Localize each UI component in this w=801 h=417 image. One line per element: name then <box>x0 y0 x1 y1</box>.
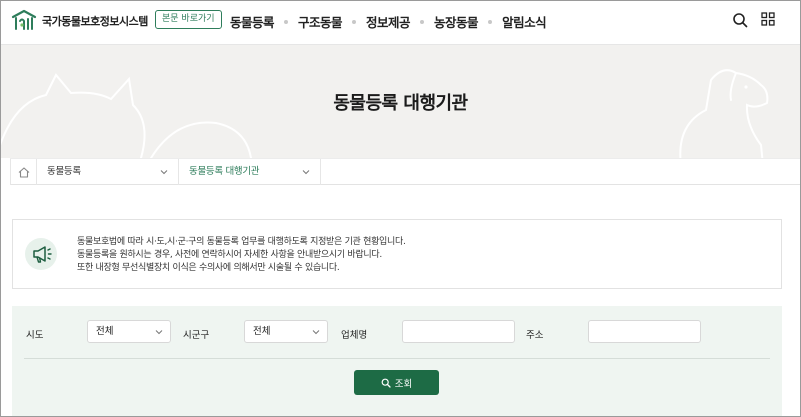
sigungu-select-value: 전체 <box>253 326 271 337</box>
page-title: 동물등록 대행기관 <box>333 93 468 114</box>
breadcrumb-level1-dropdown[interactable]: 동물등록 <box>37 159 179 185</box>
nav-item-news[interactable]: 알림소식 <box>502 12 547 31</box>
nav-separator <box>488 19 493 24</box>
search-icon[interactable] <box>732 12 748 28</box>
nav-item-animal-registration[interactable]: 동물등록 <box>230 12 275 31</box>
company-name-label: 업체명 <box>341 330 368 341</box>
notice-box: 동물보호법에 따라 시·도,시·군·구의 동물등록 업무를 대행하도록 지정받은… <box>12 219 782 289</box>
logo-icon[interactable] <box>10 9 38 31</box>
nav-item-rescued-animals[interactable]: 구조동물 <box>298 12 343 31</box>
breadcrumb-level2-dropdown[interactable]: 동물등록 대행기관 <box>179 159 321 185</box>
nav-separator <box>284 19 289 24</box>
chevron-down-icon <box>160 170 168 175</box>
company-name-input[interactable] <box>402 320 515 343</box>
grid-menu-icon[interactable] <box>761 12 775 26</box>
notice-line: 동물보호법에 따라 시·도,시·군·구의 동물등록 업무를 대행하도록 지정받은… <box>77 237 406 247</box>
breadcrumb-level1-label: 동물등록 <box>47 166 81 177</box>
chevron-down-icon <box>312 330 320 335</box>
breadcrumb-home[interactable] <box>10 159 37 185</box>
sigungu-select[interactable]: 전체 <box>244 320 328 343</box>
sido-select[interactable]: 전체 <box>87 320 171 343</box>
search-panel: 시도 전체 시군구 전체 업체명 주소 조회 <box>12 306 782 416</box>
nav-item-farm-animals[interactable]: 농장동물 <box>434 12 479 31</box>
search-submit-label: 조회 <box>394 378 413 390</box>
breadcrumb: 동물등록 동물등록 대행기관 <box>10 158 800 185</box>
chevron-down-icon <box>155 330 163 335</box>
sido-select-value: 전체 <box>96 326 114 337</box>
main-nav: 동물등록 구조동물 정보제공 농장동물 알림소식 <box>230 12 547 31</box>
search-submit-button[interactable]: 조회 <box>354 370 439 395</box>
sido-label: 시도 <box>26 330 44 341</box>
site-title[interactable]: 국가동물보호정보시스템 <box>42 13 148 29</box>
divider <box>24 358 770 359</box>
nav-separator <box>352 19 357 24</box>
address-label: 주소 <box>526 330 544 341</box>
nav-separator <box>420 19 425 24</box>
nav-item-information[interactable]: 정보제공 <box>366 12 411 31</box>
site-header: 국가동물보호정보시스템 본문 바로가기 동물등록 구조동물 정보제공 농장동물 … <box>1 1 800 45</box>
chevron-down-icon <box>302 170 310 175</box>
address-input[interactable] <box>588 320 701 343</box>
sigungu-label: 시군구 <box>183 330 210 341</box>
notice-line: 동물등록을 원하시는 경우, 사전에 연락하시어 자세한 사항을 안내받으시기 … <box>77 250 382 260</box>
home-icon <box>18 166 29 178</box>
notice-text: 동물보호법에 따라 시·도,시·군·구의 동물등록 업무를 대행하도록 지정받은… <box>77 236 406 275</box>
notice-line: 또한 내장형 무선식별장치 이식은 수의사에 의해서만 시술될 수 있습니다. <box>77 263 340 273</box>
megaphone-icon <box>25 238 57 270</box>
skip-to-content-button[interactable]: 본문 바로가기 <box>155 10 222 29</box>
page-frame: 국가동물보호정보시스템 본문 바로가기 동물등록 구조동물 정보제공 농장동물 … <box>0 0 801 417</box>
search-icon <box>381 378 391 388</box>
page-hero-banner: 동물등록 대행기관 <box>1 45 800 158</box>
breadcrumb-level2-label: 동물등록 대행기관 <box>189 166 260 177</box>
